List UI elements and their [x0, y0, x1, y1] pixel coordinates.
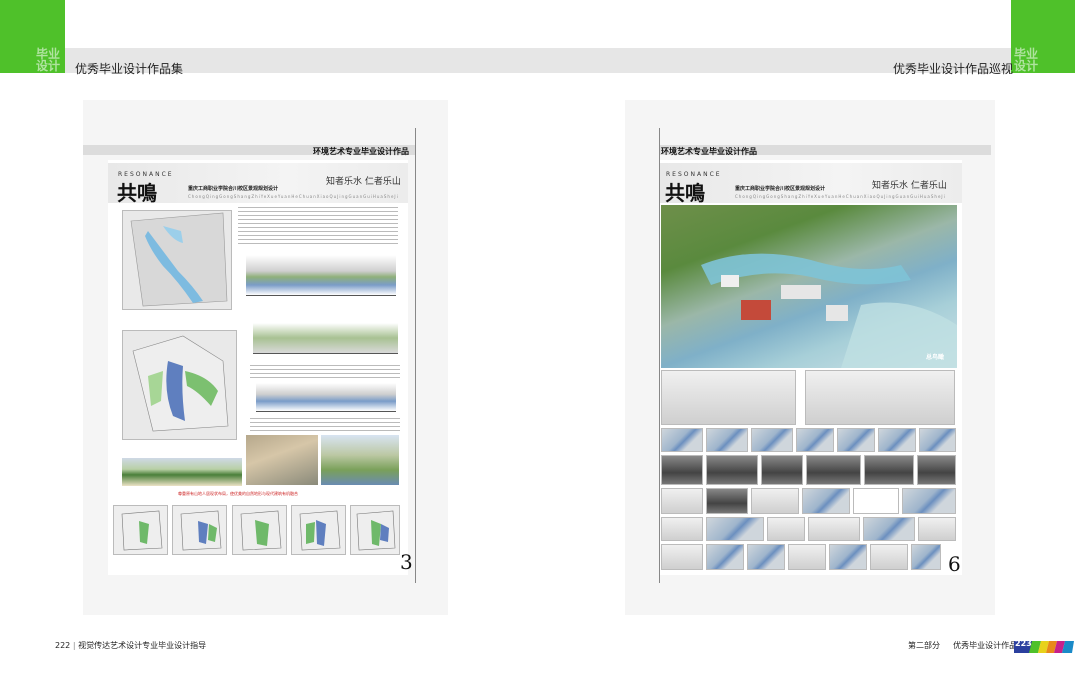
- model-thumb-r5-4: [788, 544, 826, 570]
- aerial-label: 总鸟瞰: [926, 354, 945, 361]
- left-red-caption: 尊重原有山地人居现状布局，使优美的自然地形与现代建筑有机融合: [178, 491, 298, 496]
- model-thumb-r4-1: [661, 517, 703, 541]
- model-thumb-r1-7: [919, 428, 956, 452]
- model-thumb-r5-1: [661, 544, 703, 570]
- model-thumb-r1-6: [878, 428, 916, 452]
- right-board-subtitle: 重庆工商职业学院合川校区景观规划设计: [735, 186, 826, 192]
- left-board-subtitle: 重庆工商职业学院合川校区景观规划设计: [188, 186, 279, 192]
- plan-thumb-4-drawing: [299, 510, 341, 551]
- model-thumb-r3-3: [751, 488, 799, 514]
- model-thumb-r3-6: [902, 488, 956, 514]
- right-ghost-text-2: 设计: [1014, 59, 1039, 73]
- model-thumb-r4-6: [918, 517, 956, 541]
- right-band-title: 环境艺术专业毕业设计作品: [661, 147, 757, 156]
- left-plan-thumb-4: [291, 505, 346, 555]
- left-master-plan: [122, 330, 237, 440]
- model-thumb-r1-1: [661, 428, 703, 452]
- left-plan-thumb-2: [172, 505, 227, 555]
- model-thumb-r3-2: [706, 488, 748, 514]
- plan-thumb-5-drawing: [356, 510, 396, 551]
- model-thumb-r2-5: [864, 455, 914, 485]
- model-thumb-r4-3: [767, 517, 805, 541]
- left-board: RESONANCE 共鳴 重庆工商职业学院合川校区景观规划设计 ChongQin…: [108, 160, 413, 575]
- model-thumb-r1-2: [706, 428, 748, 452]
- footer-left-text: 视觉传达艺术设计专业毕业设计指导: [78, 641, 207, 650]
- footer-right-page-number: 223: [1015, 639, 1032, 648]
- header-left-title: 优秀毕业设计作品集: [75, 62, 184, 76]
- left-page-edge-line: [415, 128, 416, 583]
- model-thumb-r5-3: [747, 544, 785, 570]
- model-photo-2: [805, 370, 955, 425]
- left-photo-1: [122, 458, 242, 486]
- left-plan-thumb-3: [232, 505, 287, 555]
- model-thumb-r1-4: [796, 428, 834, 452]
- model-thumb-r5-7: [911, 544, 941, 570]
- site-map-drawing: [130, 212, 228, 307]
- footer-right-section: 第二部分: [908, 641, 940, 650]
- model-thumb-r5-2: [706, 544, 744, 570]
- model-thumb-r4-2: [706, 517, 764, 541]
- model-thumb-r3-5: [853, 488, 899, 514]
- master-plan-drawing: [132, 335, 229, 432]
- left-section-3: [256, 383, 396, 412]
- model-thumb-r2-6: [917, 455, 956, 485]
- footer-color-stripes: 223: [1014, 638, 1074, 653]
- model-thumb-r2-1: [661, 455, 703, 485]
- plan-thumb-2-drawing: [180, 510, 222, 551]
- plan-thumb-1-drawing: [121, 510, 163, 551]
- left-ghost-text-2: 设计: [36, 59, 61, 73]
- model-thumb-r4-4: [808, 517, 860, 541]
- right-board-title: 共鳴: [665, 181, 705, 205]
- left-photo-2: [246, 435, 318, 485]
- left-plan-thumb-5: [350, 505, 400, 555]
- left-page-number: 3: [400, 550, 413, 574]
- left-board-motto: 知者乐水 仁者乐山: [326, 177, 401, 187]
- footer-left: 222 | 视觉传达艺术设计专业毕业设计指导: [55, 641, 207, 650]
- model-thumb-r5-6: [870, 544, 908, 570]
- right-green-tab: 毕业 设计: [1011, 0, 1075, 73]
- left-board-title: 共鳴: [117, 181, 157, 205]
- left-site-map: [122, 210, 232, 310]
- model-thumb-r4-5: [863, 517, 915, 541]
- model-thumb-r2-4: [806, 455, 861, 485]
- right-board: RESONANCE 共鳴 重庆工商职业学院合川校区景观规划设计 ChongQin…: [660, 160, 962, 576]
- model-thumb-r3-1: [661, 488, 703, 514]
- left-section-1: [246, 255, 396, 296]
- left-green-tab: 毕业 设计: [0, 0, 65, 73]
- footer-left-page-number: 222: [55, 641, 71, 650]
- right-page-number: 6: [948, 552, 961, 576]
- left-photo-3: [321, 435, 399, 485]
- model-thumb-r5-5: [829, 544, 867, 570]
- right-aerial-view: 总鸟瞰: [661, 205, 957, 368]
- model-thumb-r1-5: [837, 428, 875, 452]
- plan-thumb-3-drawing: [240, 510, 282, 551]
- left-text-block-3: [250, 418, 400, 432]
- model-thumb-r1-3: [751, 428, 793, 452]
- left-plan-thumb-1: [113, 505, 168, 555]
- left-text-block-1: [238, 207, 398, 247]
- left-board-pinyin: ChongQingGongShangZhiYeXueYuanHeChuanXia…: [188, 194, 399, 199]
- aerial-drawing: [701, 253, 957, 368]
- header-right-title: 优秀毕业设计作品巡视: [893, 62, 1014, 76]
- model-thumb-r3-4: [802, 488, 850, 514]
- right-board-pinyin: ChongQingGongShangZhiYeXueYuanHeChuanXia…: [735, 194, 946, 199]
- right-board-motto: 知者乐水 仁者乐山: [872, 181, 947, 191]
- left-band-title: 环境艺术专业毕业设计作品: [313, 147, 409, 156]
- left-text-block-2: [250, 365, 400, 379]
- model-thumb-r2-3: [761, 455, 803, 485]
- model-thumb-r2-2: [706, 455, 758, 485]
- left-section-2: [253, 323, 398, 354]
- model-photo-1: [661, 370, 796, 425]
